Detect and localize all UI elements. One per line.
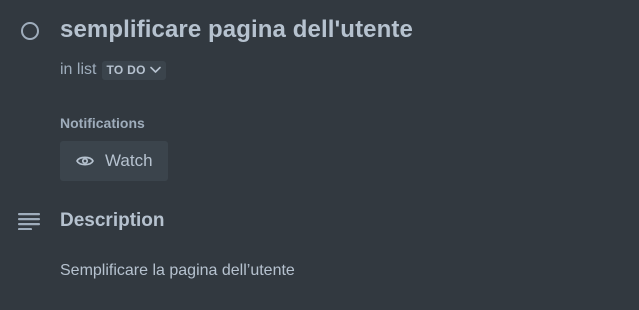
chevron-down-icon <box>149 66 161 73</box>
mark-complete-circle-icon[interactable] <box>21 22 39 40</box>
description-heading: Description <box>60 210 165 231</box>
list-name: TO DO <box>106 63 146 77</box>
description-text[interactable]: Semplificare la pagina dell’utente <box>60 262 295 280</box>
card-title[interactable]: semplificare pagina dell'utente <box>60 16 413 44</box>
eye-icon <box>76 156 94 166</box>
list-info: in list TO DO <box>60 60 166 80</box>
card-detail: semplificare pagina dell'utente in list … <box>0 0 639 310</box>
description-lines-icon <box>18 213 40 230</box>
notifications-label: Notifications <box>60 115 145 131</box>
watch-label: Watch <box>105 151 153 170</box>
list-dropdown-button[interactable]: TO DO <box>102 60 166 80</box>
list-prefix-label: in list <box>60 61 97 78</box>
watch-button[interactable]: Watch <box>60 141 168 181</box>
